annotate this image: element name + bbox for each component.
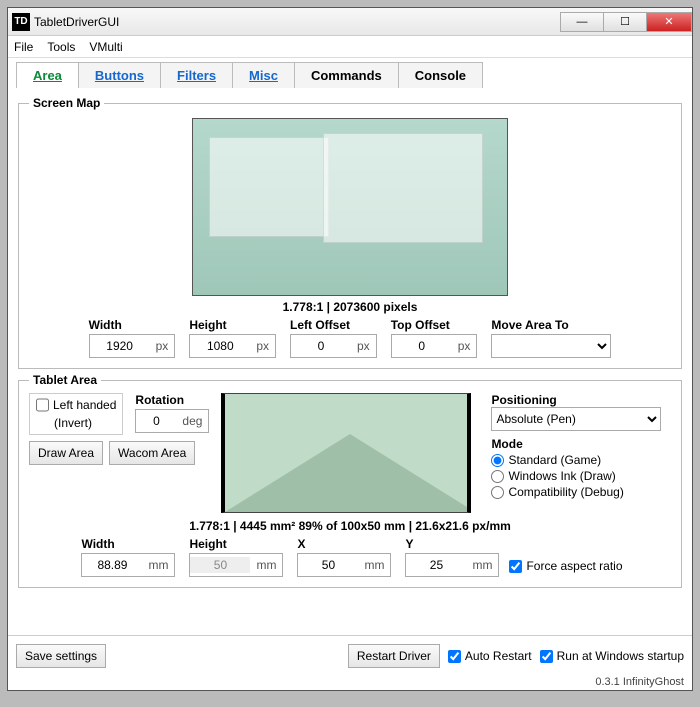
- screen-caption: 1.778:1 | 2073600 pixels: [29, 300, 671, 314]
- version-label: 0.3.1 InfinityGhost: [8, 676, 692, 690]
- run-startup-checkbox[interactable]: [540, 650, 553, 663]
- tab-buttons[interactable]: Buttons: [78, 62, 161, 88]
- move-area-label: Move Area To: [491, 318, 611, 332]
- menu-tools[interactable]: Tools: [47, 40, 75, 54]
- mode-standard-label: Standard (Game): [508, 453, 601, 467]
- force-aspect-label: Force aspect ratio: [526, 559, 622, 573]
- tablet-area-group: Tablet Area Left handed (Invert) Rotatio…: [18, 373, 682, 588]
- close-button[interactable]: ✕: [646, 12, 692, 32]
- positioning-label: Positioning: [491, 393, 661, 407]
- rotation-label: Rotation: [135, 393, 209, 407]
- tab-commands[interactable]: Commands: [294, 62, 399, 88]
- tab-filters[interactable]: Filters: [160, 62, 233, 88]
- tab-console[interactable]: Console: [398, 62, 483, 88]
- t-width-label: Width: [81, 537, 175, 551]
- run-startup-label: Run at Windows startup: [557, 649, 684, 663]
- t-y-label: Y: [405, 537, 499, 551]
- mode-windowsink-label: Windows Ink (Draw): [508, 469, 615, 483]
- mode-compat-radio[interactable]: [491, 486, 504, 499]
- mode-windowsink-radio[interactable]: [491, 470, 504, 483]
- window-title: TabletDriverGUI: [34, 15, 561, 29]
- app-icon: TD: [12, 13, 30, 31]
- draw-area-button[interactable]: Draw Area: [29, 441, 103, 465]
- mode-label: Mode: [491, 437, 661, 451]
- tablet-height-input[interactable]: [190, 557, 250, 573]
- mode-standard-radio[interactable]: [491, 454, 504, 467]
- wacom-area-button[interactable]: Wacom Area: [109, 441, 195, 465]
- t-x-label: X: [297, 537, 391, 551]
- t-height-label: Height: [189, 537, 283, 551]
- width-label: Width: [89, 318, 176, 332]
- screen-preview[interactable]: [192, 118, 508, 296]
- left-offset-input[interactable]: [291, 338, 351, 354]
- mode-compat-label: Compatibility (Debug): [508, 485, 623, 499]
- tablet-width-input[interactable]: [82, 557, 142, 573]
- top-offset-input[interactable]: [392, 338, 452, 354]
- tablet-area-legend: Tablet Area: [29, 373, 101, 387]
- left-handed-sublabel: (Invert): [54, 416, 92, 430]
- tab-misc[interactable]: Misc: [232, 62, 295, 88]
- screen-map-legend: Screen Map: [29, 96, 104, 110]
- minimize-button[interactable]: —: [560, 12, 604, 32]
- tablet-preview[interactable]: [221, 393, 471, 513]
- tablet-caption: 1.778:1 | 4445 mm² 89% of 100x50 mm | 21…: [29, 519, 671, 533]
- screen-map-group: Screen Map 1.778:1 | 2073600 pixels Widt…: [18, 96, 682, 369]
- menu-vmulti[interactable]: VMulti: [89, 40, 122, 54]
- top-offset-label: Top Offset: [391, 318, 478, 332]
- height-label: Height: [189, 318, 276, 332]
- move-area-select[interactable]: [491, 334, 611, 358]
- screen-width-input[interactable]: [90, 338, 150, 354]
- tab-area[interactable]: Area: [16, 62, 79, 88]
- maximize-button[interactable]: ☐: [603, 12, 647, 32]
- screen-height-input[interactable]: [190, 338, 250, 354]
- positioning-select[interactable]: Absolute (Pen): [491, 407, 661, 431]
- save-settings-button[interactable]: Save settings: [16, 644, 106, 668]
- menu-file[interactable]: File: [14, 40, 33, 54]
- auto-restart-label: Auto Restart: [465, 649, 532, 663]
- tablet-y-input[interactable]: [406, 557, 466, 573]
- tablet-x-input[interactable]: [298, 557, 358, 573]
- rotation-input[interactable]: [136, 413, 176, 429]
- force-aspect-checkbox[interactable]: [509, 560, 522, 573]
- left-handed-checkbox[interactable]: [36, 398, 49, 412]
- unit-px: px: [150, 339, 175, 353]
- auto-restart-checkbox[interactable]: [448, 650, 461, 663]
- left-offset-label: Left Offset: [290, 318, 377, 332]
- left-handed-label: Left handed: [53, 398, 116, 412]
- restart-driver-button[interactable]: Restart Driver: [348, 644, 440, 668]
